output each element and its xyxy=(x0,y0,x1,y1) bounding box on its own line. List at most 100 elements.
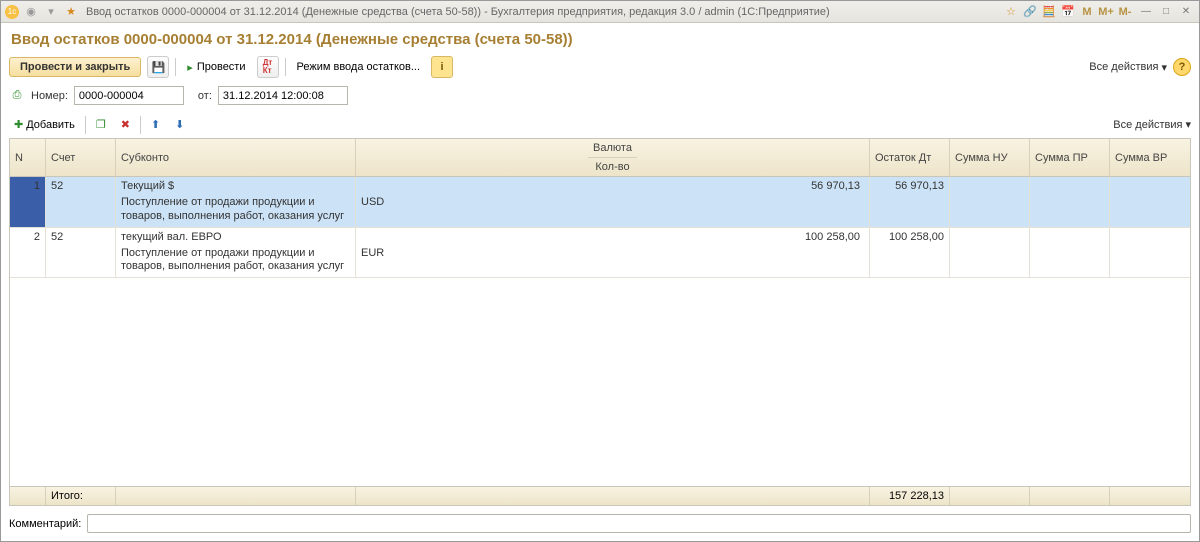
document-icon: ⎙ xyxy=(9,89,25,102)
minimize-button[interactable]: — xyxy=(1137,5,1155,19)
add-row-button[interactable]: ✚ Добавить xyxy=(9,115,80,134)
cell-balance-dt: 100 258,00 xyxy=(870,228,950,278)
post-button[interactable]: ▸ Провести xyxy=(182,58,250,77)
col-n[interactable]: N xyxy=(10,139,46,176)
footer-spr xyxy=(1030,487,1110,505)
all-actions-label: Все действия xyxy=(1089,61,1158,73)
cell-currency: 100 258,00EUR xyxy=(356,228,870,278)
nav-back-icon[interactable]: ◉ xyxy=(23,4,39,20)
table-toolbar: ✚ Добавить ❐ ✖ ⬆ ⬇ Все действия ▾ xyxy=(9,115,1191,138)
calc-icon[interactable]: 🧮 xyxy=(1041,4,1057,20)
main-toolbar: Провести и закрыть 💾 ▸ Провести ДтКт Реж… xyxy=(9,56,1191,86)
window-title: Ввод остатков 0000-000004 от 31.12.2014 … xyxy=(83,6,999,18)
maximize-button[interactable]: □ xyxy=(1157,5,1175,19)
copy-row-button[interactable]: ❐ xyxy=(91,115,111,134)
cell-sum-nu xyxy=(950,228,1030,278)
m-icon[interactable]: M xyxy=(1079,4,1095,20)
calendar-icon[interactable]: 📅 xyxy=(1060,4,1076,20)
move-up-button[interactable]: ⬆ xyxy=(146,115,165,134)
comment-field[interactable] xyxy=(87,514,1191,533)
delete-icon: ✖ xyxy=(121,118,130,131)
footer-total-label: Итого: xyxy=(46,487,116,505)
titlebar: 1с ◉ ▾ ★ Ввод остатков 0000-000004 от 31… xyxy=(1,1,1199,23)
m-minus-icon[interactable]: M- xyxy=(1117,4,1133,20)
form-row: ⎙ Номер: от: xyxy=(9,86,1191,115)
cell-n: 2 xyxy=(10,228,46,278)
grid-body: 152Текущий $Поступление от продажи проду… xyxy=(10,177,1190,486)
move-down-button[interactable]: ⬇ xyxy=(170,115,189,134)
arrow-up-icon: ⬆ xyxy=(151,118,160,131)
all-actions-menu[interactable]: Все действия ▾ xyxy=(1089,61,1167,74)
col-sum-vr[interactable]: Сумма ВР xyxy=(1110,139,1190,176)
cell-currency: 56 970,13USD xyxy=(356,177,870,227)
diskette-icon: 💾 xyxy=(151,61,165,74)
info-icon: i xyxy=(440,61,443,73)
post-and-close-button[interactable]: Провести и закрыть xyxy=(9,57,141,77)
post-label: Провести xyxy=(197,61,246,73)
separator xyxy=(140,116,141,134)
col-account[interactable]: Счет xyxy=(46,139,116,176)
cell-subkonto: текущий вал. ЕВРОПоступление от продажи … xyxy=(116,228,356,278)
cell-n: 1 xyxy=(10,177,46,227)
close-button[interactable]: ✕ xyxy=(1177,5,1195,19)
date-field[interactable] xyxy=(218,86,348,105)
copy-icon: ❐ xyxy=(96,118,106,131)
col-sum-pr[interactable]: Сумма ПР xyxy=(1030,139,1110,176)
number-label: Номер: xyxy=(31,90,68,102)
footer-svr xyxy=(1110,487,1190,505)
footer-val xyxy=(356,487,870,505)
separator xyxy=(85,116,86,134)
col-currency: Валюта xyxy=(588,139,637,158)
cell-sum-vr xyxy=(1110,228,1190,278)
info-button[interactable]: i xyxy=(431,56,453,78)
cell-sum-pr xyxy=(1030,177,1110,227)
grid-footer: Итого: 157 228,13 xyxy=(10,486,1190,505)
separator xyxy=(175,58,176,76)
app-window: 1с ◉ ▾ ★ Ввод остатков 0000-000004 от 31… xyxy=(0,0,1200,542)
content-area: Ввод остатков 0000-000004 от 31.12.2014 … xyxy=(1,23,1199,541)
add-label: Добавить xyxy=(26,119,75,131)
app-logo-icon: 1с xyxy=(5,5,19,19)
cell-sum-nu xyxy=(950,177,1030,227)
col-subkonto[interactable]: Субконто xyxy=(116,139,356,176)
favorite-icon[interactable]: ☆ xyxy=(1003,4,1019,20)
cell-sum-vr xyxy=(1110,177,1190,227)
titlebar-right-icons: ☆ 🔗 🧮 📅 M M+ M- xyxy=(1003,4,1133,20)
comment-label: Комментарий: xyxy=(9,518,81,530)
grid: N Счет Субконто Валюта Кол-во Остаток Дт… xyxy=(9,138,1191,506)
cell-account: 52 xyxy=(46,177,116,227)
window-controls: — □ ✕ xyxy=(1137,5,1195,19)
link-icon[interactable]: 🔗 xyxy=(1022,4,1038,20)
plus-icon: ✚ xyxy=(14,118,23,131)
delete-row-button[interactable]: ✖ xyxy=(116,115,135,134)
table-all-actions[interactable]: Все действия ▾ xyxy=(1113,118,1191,131)
table-all-actions-label: Все действия xyxy=(1113,119,1182,131)
m-plus-icon[interactable]: M+ xyxy=(1098,4,1114,20)
col-currency-qty[interactable]: Валюта Кол-во xyxy=(356,139,870,176)
separator xyxy=(285,58,286,76)
comment-row: Комментарий: xyxy=(9,506,1191,533)
table-row[interactable]: 252текущий вал. ЕВРОПоступление от прода… xyxy=(10,228,1190,279)
cell-sum-pr xyxy=(1030,228,1110,278)
mode-button[interactable]: Режим ввода остатков... xyxy=(292,58,426,76)
cell-subkonto: Текущий $Поступление от продажи продукци… xyxy=(116,177,356,227)
footer-subk xyxy=(116,487,356,505)
col-balance-dt[interactable]: Остаток Дт xyxy=(870,139,950,176)
table-row[interactable]: 152Текущий $Поступление от продажи проду… xyxy=(10,177,1190,228)
dropdown-icon[interactable]: ▾ xyxy=(43,4,59,20)
star-icon[interactable]: ★ xyxy=(63,4,79,20)
dt-kt-button[interactable]: ДтКт xyxy=(257,56,279,78)
number-field[interactable] xyxy=(74,86,184,105)
help-button[interactable]: ? xyxy=(1173,58,1191,76)
chevron-down-icon: ▾ xyxy=(1161,61,1167,74)
col-qty: Кол-во xyxy=(590,158,634,176)
save-button[interactable]: 💾 xyxy=(147,56,169,78)
col-sum-nu[interactable]: Сумма НУ xyxy=(950,139,1030,176)
dtkt-icon: ДтКт xyxy=(263,59,273,75)
chevron-down-icon: ▾ xyxy=(1185,118,1191,131)
from-label: от: xyxy=(198,90,212,102)
footer-balance: 157 228,13 xyxy=(870,487,950,505)
arrow-down-icon: ⬇ xyxy=(175,118,184,131)
mode-label: Режим ввода остатков... xyxy=(297,61,421,73)
grid-header: N Счет Субконто Валюта Кол-во Остаток Дт… xyxy=(10,139,1190,177)
